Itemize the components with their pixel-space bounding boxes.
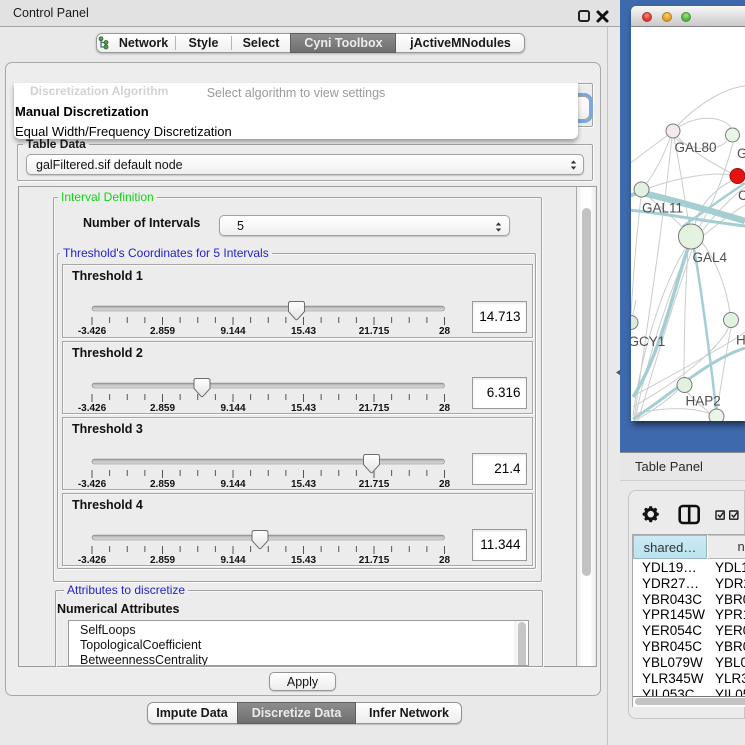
svg-text:15.43: 15.43 (291, 479, 316, 490)
svg-text:C: C (738, 188, 745, 203)
svg-text:28: 28 (439, 555, 451, 566)
svg-text:GA: GA (737, 146, 745, 161)
svg-text:2.859: 2.859 (150, 479, 175, 490)
svg-text:21.715: 21.715 (359, 479, 390, 490)
svg-text:28: 28 (439, 479, 451, 490)
svg-text:GAL11: GAL11 (642, 201, 683, 216)
svg-text:15.43: 15.43 (291, 326, 316, 337)
svg-text:28: 28 (439, 403, 451, 414)
svg-text:HAP2: HAP2 (686, 394, 721, 409)
svg-text:9.144: 9.144 (220, 479, 245, 490)
svg-text:2.859: 2.859 (150, 555, 175, 566)
svg-text:GAL80: GAL80 (675, 140, 717, 155)
svg-text:21.715: 21.715 (359, 326, 390, 337)
svg-text:15.43: 15.43 (291, 555, 316, 566)
svg-text:21.715: 21.715 (359, 555, 390, 566)
svg-text:9.144: 9.144 (220, 403, 245, 414)
svg-text:H: H (736, 333, 745, 348)
svg-text:9.144: 9.144 (220, 326, 245, 337)
svg-text:2.859: 2.859 (150, 403, 175, 414)
svg-text:28: 28 (439, 326, 451, 337)
svg-text:15.43: 15.43 (291, 403, 316, 414)
svg-text:2.859: 2.859 (150, 326, 175, 337)
svg-text:GAL4: GAL4 (693, 250, 728, 265)
svg-text:9.144: 9.144 (220, 555, 245, 566)
svg-text:-3.426: -3.426 (78, 326, 107, 337)
svg-text:-3.426: -3.426 (78, 479, 107, 490)
svg-text:-3.426: -3.426 (78, 403, 107, 414)
svg-text:GCY1: GCY1 (631, 334, 665, 349)
svg-text:21.715: 21.715 (359, 403, 390, 414)
svg-text:-3.426: -3.426 (78, 555, 107, 566)
